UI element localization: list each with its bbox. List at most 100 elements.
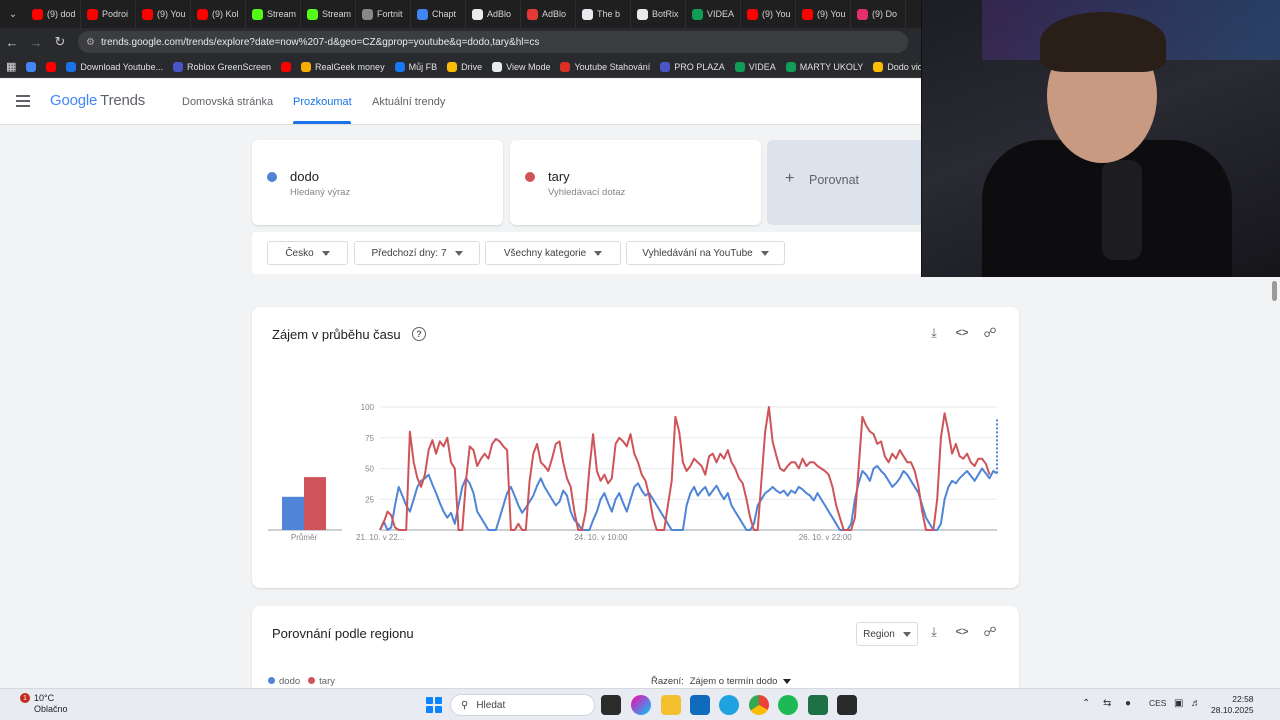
bookmark-favicon-icon xyxy=(66,61,77,72)
filter-label: Všechny kategorie xyxy=(503,247,587,259)
tab-title: (9) You xyxy=(762,9,791,19)
browser-tab[interactable]: (9) You xyxy=(136,0,191,28)
browser-tab[interactable]: Stream xyxy=(301,0,356,28)
tray-volume-icon[interactable]: ♬ xyxy=(1191,698,1201,709)
nav-home[interactable]: Domovská stránka xyxy=(182,96,273,108)
copilot-icon[interactable] xyxy=(631,695,651,715)
tray-language[interactable]: CES xyxy=(1149,698,1166,708)
filter-time[interactable]: Předchozí dny: 7 xyxy=(354,241,480,265)
filter-region[interactable]: Česko xyxy=(267,241,348,265)
reload-icon[interactable]: ↻ xyxy=(48,28,72,56)
bookmark-item[interactable]: Dodo vide xyxy=(873,61,928,72)
address-bar[interactable]: ⚙ trends.google.com/trends/explore?date=… xyxy=(78,31,908,53)
download-icon[interactable]: ⤓ xyxy=(927,624,941,640)
apps-grid-icon[interactable]: ▦ xyxy=(6,60,16,73)
browser-tab[interactable]: (9) Do xyxy=(851,0,906,28)
browser-tab[interactable]: AdBlo xyxy=(521,0,576,28)
taskbar-search[interactable]: ⚲ Hledat xyxy=(450,694,595,716)
bookmark-item[interactable] xyxy=(281,61,292,72)
bookmark-item[interactable]: Download Youtube... xyxy=(66,61,163,72)
bookmark-item[interactable]: Můj FB xyxy=(394,61,437,72)
share-icon[interactable]: ☍ xyxy=(983,624,997,640)
bookmark-item[interactable]: Youtube Stahování xyxy=(560,61,650,72)
tray-network-icon[interactable]: ▣ xyxy=(1174,698,1183,709)
browser-tab[interactable]: The b xyxy=(576,0,631,28)
filter-category[interactable]: Všechny kategorie xyxy=(485,241,621,265)
tab-title: Stream xyxy=(267,9,297,19)
bookmark-item[interactable]: RealGeek money xyxy=(301,61,385,72)
nav-trending[interactable]: Aktuální trendy xyxy=(372,96,445,108)
caret-down-icon xyxy=(783,679,792,684)
file-explorer-icon[interactable] xyxy=(661,695,681,715)
filter-search-type[interactable]: Vyhledávání na YouTube xyxy=(626,241,785,265)
caret-down-icon xyxy=(760,250,769,256)
windows-start-icon[interactable] xyxy=(426,697,442,713)
spotify-icon[interactable] xyxy=(778,695,798,715)
bookmark-item[interactable] xyxy=(26,61,37,72)
tab-favicon-icon xyxy=(87,8,98,20)
bookmark-item[interactable]: MARTY UKOLY xyxy=(785,61,863,72)
task-view-icon[interactable] xyxy=(601,695,621,715)
forward-arrow-icon[interactable]: → xyxy=(24,28,48,56)
term-card-dodo[interactable]: dodo Hledaný výraz xyxy=(252,140,503,225)
compare-label: Porovnat xyxy=(809,173,860,187)
browser-tab[interactable]: (9) You xyxy=(741,0,796,28)
bookmark-favicon-icon xyxy=(281,61,292,72)
bookmark-item[interactable] xyxy=(46,61,57,72)
tray-mic-icon[interactable]: ● xyxy=(1125,698,1131,709)
tab-favicon-icon xyxy=(857,8,868,20)
google-trends-logo[interactable]: Google Trends xyxy=(50,92,145,109)
sort-control[interactable]: Řazení: Zájem o termín dodo xyxy=(651,676,792,687)
excel-icon[interactable] xyxy=(808,695,828,715)
bookmark-favicon-icon xyxy=(46,61,57,72)
bookmark-favicon-icon xyxy=(26,61,37,72)
tray-chevron-up-icon[interactable]: ⌃ xyxy=(1082,698,1090,709)
browser-tab[interactable]: (9) You xyxy=(796,0,851,28)
caret-down-icon xyxy=(454,250,463,256)
chrome-icon[interactable] xyxy=(749,695,769,715)
bookmark-item[interactable]: PRO PLAZA xyxy=(660,61,725,72)
bookmark-item[interactable]: VIDEA xyxy=(734,61,776,72)
tab-favicon-icon xyxy=(362,8,373,20)
browser-tab[interactable]: (9) dod xyxy=(26,0,81,28)
page-scrollbar[interactable] xyxy=(1269,277,1280,688)
weather-widget[interactable]: 10°C Oblačno xyxy=(34,693,68,715)
term-card-tary[interactable]: tary Vyhledávací dotaz xyxy=(510,140,761,225)
browser-tab[interactable]: Fortnit xyxy=(356,0,411,28)
edge-icon[interactable] xyxy=(719,695,739,715)
tab-title: (9) dod xyxy=(47,9,76,19)
tab-search-chevron-icon[interactable]: ⌄ xyxy=(0,0,26,28)
browser-tab[interactable]: Podroi xyxy=(81,0,136,28)
embed-icon[interactable]: <> xyxy=(955,624,969,640)
weather-text: Oblačno xyxy=(34,704,68,714)
legend-item-tary: tary xyxy=(308,676,335,687)
compare-add-card[interactable]: + Porovnat xyxy=(767,140,927,225)
bookmark-item[interactable]: View Mode xyxy=(492,61,550,72)
browser-tab[interactable]: VIDEA xyxy=(686,0,741,28)
scrollbar-thumb[interactable] xyxy=(1272,281,1277,301)
tab-title: Chapt xyxy=(432,9,457,19)
tray-sync-icon[interactable]: ⇆ xyxy=(1103,698,1111,709)
outlook-icon[interactable] xyxy=(690,695,710,715)
browser-tab[interactable]: (9) Kol xyxy=(191,0,246,28)
epic-games-icon[interactable] xyxy=(837,695,857,715)
bookmark-favicon-icon xyxy=(301,61,312,72)
tab-title: (9) You xyxy=(157,9,186,19)
weather-temp: 10°C xyxy=(34,693,55,703)
back-arrow-icon[interactable]: ← xyxy=(0,28,24,56)
bookmark-item[interactable]: Drive xyxy=(447,61,482,72)
bookmark-item[interactable]: Roblox GreenScreen xyxy=(172,61,271,72)
tab-title: (9) Kol xyxy=(212,9,239,19)
browser-tab[interactable]: Chapt xyxy=(411,0,466,28)
taskbar-clock[interactable]: 22:58 28.10.2025 xyxy=(1211,694,1254,716)
menu-icon[interactable] xyxy=(16,95,30,107)
site-info-icon[interactable]: ⚙ xyxy=(86,37,95,48)
browser-tab[interactable]: Stream xyxy=(246,0,301,28)
bookmark-favicon-icon xyxy=(734,61,745,72)
browser-tab[interactable]: BotRix xyxy=(631,0,686,28)
nav-explore[interactable]: Prozkoumat xyxy=(293,96,352,108)
region-select[interactable]: Region xyxy=(856,622,918,646)
browser-tab[interactable]: AdBlo xyxy=(466,0,521,28)
tab-favicon-icon xyxy=(582,8,593,20)
tab-favicon-icon xyxy=(637,8,648,20)
